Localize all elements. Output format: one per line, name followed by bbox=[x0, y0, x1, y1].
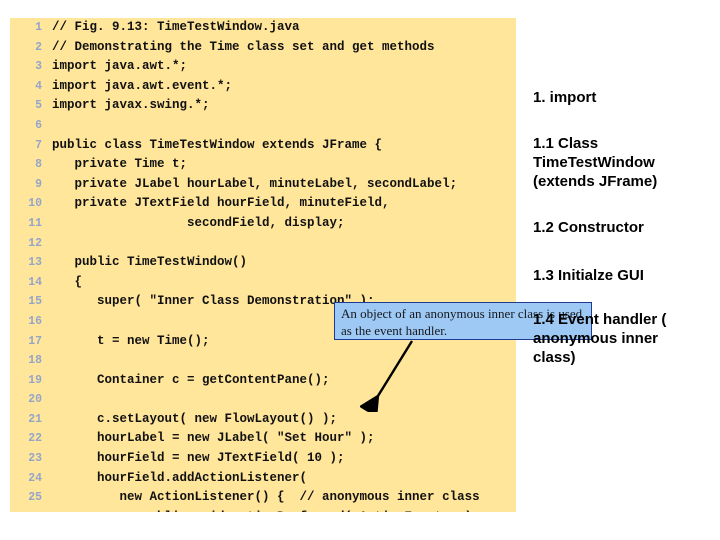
code-line-number: 20 bbox=[28, 393, 42, 407]
code-line-text: hourLabel = new JLabel( "Set Hour" ); bbox=[52, 431, 375, 446]
code-line: 23 hourField = new JTextField( 10 ); bbox=[10, 449, 516, 469]
code-line-text: { bbox=[52, 274, 83, 289]
code-line: 18 bbox=[10, 351, 516, 371]
code-line-number: 17 bbox=[28, 334, 42, 348]
code-line-number: 26 bbox=[10, 508, 42, 512]
code-line: 14 { bbox=[10, 273, 516, 293]
code-line: 19 Container c = getContentPane(); bbox=[10, 371, 516, 391]
code-line-number: 15 bbox=[28, 295, 42, 309]
code-line-text: private Time t; bbox=[52, 157, 188, 172]
code-line-text: hourField = new JTextField( 10 ); bbox=[52, 451, 345, 466]
code-line: 22 hourLabel = new JLabel( "Set Hour" ); bbox=[10, 429, 516, 449]
slide-canvas: 1 // Fig. 9.13: TimeTestWindow.java 2 // De… bbox=[0, 0, 720, 540]
code-line-text: t = new Time(); bbox=[52, 333, 210, 348]
code-line-number: 22 bbox=[28, 432, 42, 446]
code-line-number: 8 bbox=[35, 158, 42, 172]
code-line: 12 bbox=[10, 234, 516, 254]
code-line-number: 9 bbox=[35, 177, 42, 191]
code-line: 10 private JTextField hourField, minuteF… bbox=[10, 194, 516, 214]
code-line-number: 18 bbox=[28, 354, 42, 368]
code-line: 21 c.setLayout( new FlowLayout() ); bbox=[10, 410, 516, 430]
code-line-text: Container c = getContentPane(); bbox=[52, 372, 330, 387]
code-line-number: 13 bbox=[28, 256, 42, 270]
code-line-text: public TimeTestWindow() bbox=[52, 255, 248, 270]
code-line: 6 bbox=[10, 116, 516, 136]
code-panel: 1 // Fig. 9.13: TimeTestWindow.java 2 // De… bbox=[10, 18, 516, 512]
code-line: 4 import java.awt.event.*; bbox=[10, 77, 516, 97]
code-line-number: 5 bbox=[35, 99, 42, 113]
code-line: 7 public class TimeTestWindow extends JFr… bbox=[10, 136, 516, 156]
code-line-number: 25 bbox=[28, 491, 42, 505]
annotation-initialize-gui: 1.3 Initialze GUI bbox=[533, 267, 644, 284]
annotation-import: 1. import bbox=[533, 89, 597, 106]
annotation-constructor: 1.2 Constructor bbox=[533, 219, 644, 236]
code-line-text: c.setLayout( new FlowLayout() ); bbox=[52, 411, 338, 426]
code-line: 24 hourField.addActionListener( bbox=[10, 469, 516, 489]
code-line-text: hourField.addActionListener( bbox=[52, 470, 308, 485]
code-line-text: secondField, display; bbox=[52, 215, 345, 230]
code-line: 1 // Fig. 9.13: TimeTestWindow.java bbox=[10, 18, 516, 38]
code-line-text: // Demonstrating the Time class set and … bbox=[52, 39, 435, 54]
annotation-event-handler: 1.4 Event handler ( anonymous inner clas… bbox=[533, 311, 667, 366]
code-line-number: 3 bbox=[35, 60, 42, 74]
code-line-number: 21 bbox=[28, 412, 42, 426]
code-line-number: 23 bbox=[28, 452, 42, 466]
code-line-number: 6 bbox=[35, 118, 42, 132]
code-line-number: 14 bbox=[28, 275, 42, 289]
code-line-list: 1 // Fig. 9.13: TimeTestWindow.java 2 // De… bbox=[10, 18, 516, 512]
code-line-text: super( "Inner Class Demonstration" ); bbox=[52, 294, 375, 309]
code-line-text: import java.awt.*; bbox=[52, 59, 188, 74]
annotation-class: 1.1 Class TimeTestWindow (extends JFrame… bbox=[533, 135, 658, 190]
code-line-text: // Fig. 9.13: TimeTestWindow.java bbox=[52, 20, 300, 34]
code-line-number: 10 bbox=[28, 197, 42, 211]
code-line: 20 bbox=[10, 390, 516, 410]
code-line-number: 19 bbox=[28, 373, 42, 387]
code-line-text: import javax.swing.*; bbox=[52, 98, 210, 113]
code-line: 11 secondField, display; bbox=[10, 214, 516, 234]
code-line-number: 4 bbox=[35, 79, 42, 93]
code-line: 8 private Time t; bbox=[10, 155, 516, 175]
code-line-text: private JTextField hourField, minuteFiel… bbox=[52, 196, 390, 211]
code-line: 26 public void actionPerformed( ActionEv… bbox=[10, 508, 516, 512]
code-line-number: 2 bbox=[35, 40, 42, 54]
code-line-text: public void actionPerformed( ActionEvent… bbox=[52, 508, 472, 512]
code-line-number: 11 bbox=[28, 216, 42, 230]
code-line-number: 16 bbox=[28, 314, 42, 328]
code-line: 3 import java.awt.*; bbox=[10, 57, 516, 77]
code-line-text: public class TimeTestWindow extends JFra… bbox=[52, 137, 383, 152]
code-line-text: import java.awt.event.*; bbox=[52, 78, 233, 93]
code-line-number: 1 bbox=[35, 21, 42, 34]
code-line-number: 7 bbox=[35, 138, 42, 152]
code-line: 9 private JLabel hourLabel, minuteLabel,… bbox=[10, 175, 516, 195]
code-line-number: 12 bbox=[28, 236, 42, 250]
code-line: 5 import javax.swing.*; bbox=[10, 96, 516, 116]
code-line: 13 public TimeTestWindow() bbox=[10, 253, 516, 273]
code-line-number: 24 bbox=[28, 471, 42, 485]
code-line-text: new ActionListener() { // anonymous inne… bbox=[52, 490, 480, 505]
code-line: 25 new ActionListener() { // anonymous i… bbox=[10, 488, 516, 508]
code-line-text: private JLabel hourLabel, minuteLabel, s… bbox=[52, 176, 458, 191]
code-line: 2 // Demonstrating the Time class set and… bbox=[10, 38, 516, 58]
